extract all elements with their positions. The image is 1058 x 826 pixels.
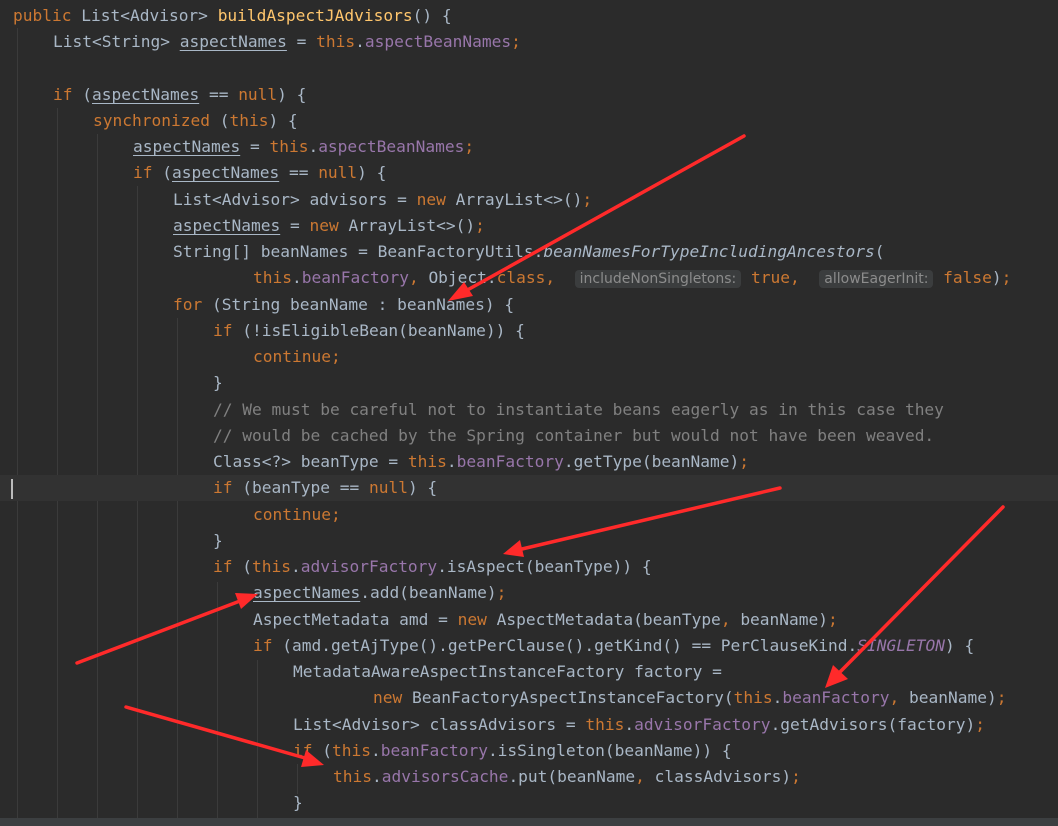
code-editor[interactable]: public List<Advisor> buildAspectJAdvisor…	[0, 0, 1058, 826]
horizontal-scrollbar[interactable]	[0, 818, 1058, 826]
arrow-annotation	[124, 705, 324, 767]
arrow-annotation	[825, 505, 1005, 688]
annotation-arrows	[75, 134, 1005, 767]
arrow-annotation	[75, 593, 258, 665]
arrow-annotation	[503, 486, 782, 557]
arrow-annotation	[448, 134, 746, 301]
